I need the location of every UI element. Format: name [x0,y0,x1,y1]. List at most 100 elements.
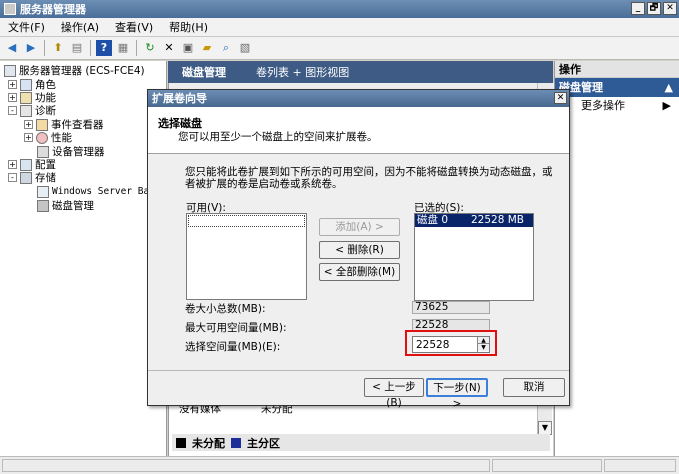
main-header: 磁盘管理 卷列表 + 图形视图 [168,61,553,83]
help-icon[interactable]: ? [96,40,112,56]
menu-bar: 文件(F) 操作(A) 查看(V) 帮助(H) [0,18,679,37]
list-focus-row [188,215,305,227]
performance-icon [36,131,48,144]
wizard-description: 您只能将此卷扩展到如下所示的可用空间，因为不能将磁盘转换为动态磁盘，或者被扩展的… [185,166,553,190]
minimize-button[interactable]: _ [631,2,645,15]
status-bar [0,456,679,474]
expand-icon[interactable]: + [8,80,17,89]
server-icon [4,64,16,77]
remove-all-button[interactable]: < 全部删除(M) [319,263,400,281]
actions-section-disk-management[interactable]: 磁盘管理 ▲ [555,78,679,97]
max-space-label: 最大可用空间量(MB): [185,322,287,334]
disk-management-icon [37,199,49,212]
tree-item-performance[interactable]: + 性能 [24,131,72,144]
toolbar-divider [44,40,45,56]
total-size-value: 73625 [412,301,490,314]
tree-item-windows-server-backup[interactable]: Windows Server Bac [37,185,155,198]
tree-item-label: 存储 [35,172,56,184]
list-item[interactable]: 磁盘 0 22528 MB [415,214,533,227]
tree-root-label: 服务器管理器 (ECS-FCE4) [19,65,145,77]
search-icon[interactable]: ⌕ [218,40,234,56]
disk-legend: 未分配 主分区 [172,434,550,451]
dialog-title: 扩展卷向导 [152,92,207,105]
server-manager-icon [4,3,16,15]
scroll-down-icon[interactable]: ▼ [538,421,552,435]
close-button[interactable]: ✕ [663,2,677,15]
configuration-icon [20,158,32,171]
available-disks-list[interactable] [186,213,307,300]
tree-item-label: 设备管理器 [52,146,105,158]
submenu-arrow-icon: ▶ [662,99,671,112]
back-button[interactable]: < 上一步(B) [364,378,424,409]
restore-button[interactable]: 🗗 [647,2,661,15]
up-folder-icon[interactable]: ⬆ [50,40,66,56]
unallocated-swatch [176,437,186,448]
status-segment [604,459,676,472]
tree-item-diagnostics[interactable]: - 诊断 [8,104,56,117]
forward-arrow-icon[interactable]: ▶ [23,40,39,56]
console-tree-icon[interactable]: ▤ [69,40,85,56]
tree-item-storage[interactable]: - 存储 [8,171,56,184]
properties-icon[interactable]: ▣ [180,40,196,56]
toolbar-divider [136,40,137,56]
window-title: 服务器管理器 [20,3,86,16]
legend-unallocated: 未分配 [192,436,225,450]
toolbar: ◀ ▶ ⬆ ▤ ? ▦ ↻ ✕ ▣ ▰ ⌕ ▧ [0,37,679,60]
primary-partition-swatch [231,437,241,448]
device-manager-icon [37,145,49,158]
actions-pane: 操作 磁盘管理 ▲ 更多操作 ▶ [554,61,679,456]
expand-icon[interactable]: + [24,120,33,129]
remove-button[interactable]: < 删除(R) [319,241,400,259]
cancel-button[interactable]: 取消 [503,378,565,397]
collapse-caret-icon[interactable]: ▲ [665,78,673,97]
tree-item-label: 磁盘管理 [52,200,94,212]
tree-item-disk-management[interactable]: 磁盘管理 [37,199,94,212]
features-icon [20,91,32,104]
wizard-subheading: 您可以用至少一个磁盘上的空间来扩展卷。 [178,131,378,143]
expand-icon[interactable]: + [8,93,17,102]
highlight-box [405,330,497,356]
expand-icon[interactable]: + [24,133,33,142]
window-icon[interactable]: ▦ [115,40,131,56]
open-folder-icon[interactable]: ▰ [199,40,215,56]
menu-action[interactable]: 操作(A) [53,19,107,35]
menu-file[interactable]: 文件(F) [0,19,53,35]
back-arrow-icon[interactable]: ◀ [4,40,20,56]
tree-item-label: 诊断 [35,105,56,117]
tree-item-label: Windows Server Bac [52,186,155,197]
disk-settings-icon[interactable]: ▧ [237,40,253,56]
view-mode: 卷列表 + 图形视图 [256,66,350,79]
refresh-icon[interactable]: ↻ [142,40,158,56]
extend-volume-wizard: 扩展卷向导 ✕ 选择磁盘 您可以用至少一个磁盘上的空间来扩展卷。 您只能将此卷扩… [147,89,570,410]
select-space-label: 选择空间量(MB)(E): [185,341,281,353]
menu-help[interactable]: 帮助(H) [161,19,216,35]
collapse-icon[interactable]: - [8,173,17,182]
next-button[interactable]: 下一步(N) > [426,378,488,410]
diagnostics-icon [20,104,32,117]
actions-title: 操作 [555,61,679,78]
toolbar-divider [90,40,91,56]
menu-view[interactable]: 查看(V) [107,19,161,35]
status-segment [2,459,490,472]
expand-icon[interactable]: + [8,160,17,169]
storage-icon [20,171,32,184]
main-title: 磁盘管理 [182,66,226,79]
selected-disks-list[interactable]: 磁盘 0 22528 MB [414,213,534,301]
add-button[interactable]: 添加(A) > [319,218,400,236]
tree-item-label: 性能 [51,132,72,144]
disk-name: 磁盘 0 [417,214,449,226]
wizard-header: 选择磁盘 您可以用至少一个磁盘上的空间来扩展卷。 [148,107,569,154]
tree-root[interactable]: 服务器管理器 (ECS-FCE4) [4,64,145,77]
event-viewer-icon [36,118,48,131]
delete-icon[interactable]: ✕ [161,40,177,56]
legend-primary: 主分区 [247,436,280,450]
navigation-tree: 服务器管理器 (ECS-FCE4) + 角色 + 功能 - 诊断 + 事件查看器… [0,61,167,456]
roles-icon [20,78,32,91]
window-titlebar: 服务器管理器 _ 🗗 ✕ [0,0,679,18]
more-actions-label: 更多操作 [581,99,625,112]
more-actions-item[interactable]: 更多操作 ▶ [555,97,679,115]
dialog-close-button[interactable]: ✕ [554,92,567,104]
collapse-icon[interactable]: - [8,106,17,115]
dialog-divider [148,370,569,371]
status-segment [492,459,602,472]
